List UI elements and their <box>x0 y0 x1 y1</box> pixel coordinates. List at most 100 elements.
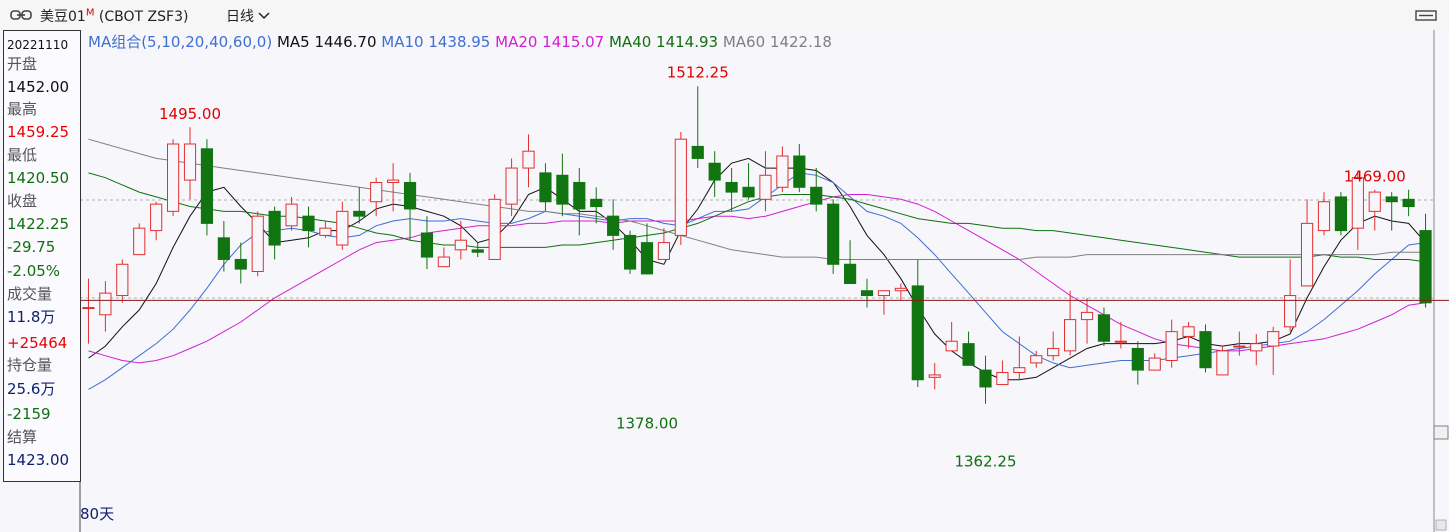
candle-body <box>167 143 180 212</box>
days-label: 80天 <box>80 505 114 523</box>
candle-body <box>827 203 840 265</box>
info-change: -29.75 <box>7 238 56 256</box>
candle-body <box>251 215 264 272</box>
candle <box>251 211 264 277</box>
candle <box>488 194 501 260</box>
candle-body <box>1182 326 1195 337</box>
ma-group-label[interactable]: MA组合(5,10,20,40,60,0) <box>88 33 277 51</box>
candle-body <box>302 215 315 232</box>
candle <box>674 131 687 246</box>
info-settle: 1423.00 <box>7 451 70 469</box>
candle-body <box>1216 350 1229 376</box>
info-oi-label: 持仓量 <box>7 356 53 374</box>
candle-body <box>573 181 586 210</box>
candle-body <box>1047 347 1060 357</box>
candle-body <box>623 234 637 270</box>
ma-legend-item: MA40 1414.93 <box>609 33 723 51</box>
info-low: 1420.50 <box>7 169 70 187</box>
candle-body <box>539 172 552 203</box>
info-date: 20221110 <box>7 38 69 52</box>
candle-body <box>420 232 434 258</box>
candle <box>167 139 180 217</box>
candle-body <box>403 181 417 210</box>
candle-body <box>810 186 823 205</box>
candle-body <box>928 374 941 378</box>
candle-body <box>962 343 975 366</box>
candle-body <box>945 340 958 352</box>
candle-body <box>454 239 467 251</box>
candle-body <box>979 369 992 388</box>
candle-body <box>183 143 197 181</box>
candle-body <box>1250 343 1263 352</box>
candle-body <box>1334 196 1347 232</box>
candle-body <box>1131 347 1144 371</box>
candle-body <box>1385 196 1398 203</box>
candle <box>1216 346 1229 376</box>
candle-body <box>1030 355 1043 364</box>
candle-body <box>1080 311 1094 321</box>
candle-body <box>234 258 247 270</box>
info-close-label: 收盘 <box>7 192 38 210</box>
candle-body <box>319 227 332 236</box>
candle-body <box>522 150 535 169</box>
price-annotation: 1495.00 <box>159 105 221 123</box>
candle-body <box>116 263 129 297</box>
candle-body <box>708 162 721 181</box>
candle-body <box>1317 201 1331 232</box>
candle-body <box>894 287 907 292</box>
candlestick-chart[interactable]: 1495.00 1512.25 1378.00 1362.25 1469.00 MA组合… <box>0 0 1449 532</box>
candle-body <box>217 237 230 260</box>
info-volume-label: 成交量 <box>7 285 53 303</box>
info-open: 1452.00 <box>7 78 70 96</box>
candle-body <box>387 179 400 183</box>
candle-body <box>285 203 298 227</box>
candle-body <box>1064 319 1077 352</box>
candle-body <box>996 372 1009 386</box>
info-oi-change: -2159 <box>7 405 51 423</box>
ma-legend-item: MA10 1438.95 <box>381 33 495 51</box>
candle-body <box>640 242 654 275</box>
candle <box>1334 192 1347 236</box>
candle-body <box>590 198 603 208</box>
candle-body <box>1368 191 1381 212</box>
ma-legend: MA组合(5,10,20,40,60,0) MA5 1446.70 MA10 1… <box>88 33 832 51</box>
candle <box>200 139 214 236</box>
crosshair-price-tag <box>1433 425 1449 440</box>
info-volume-change: +25464 <box>7 334 68 352</box>
candle <box>827 199 840 274</box>
candle-body <box>1114 340 1127 343</box>
candle-body <box>336 210 349 246</box>
candle-body <box>1097 314 1111 342</box>
candle-body <box>1419 230 1432 304</box>
candle-body <box>607 215 620 236</box>
candle-body <box>82 307 95 310</box>
candle-body <box>1267 331 1280 347</box>
candle-body <box>505 167 518 205</box>
info-high: 1459.25 <box>7 123 70 141</box>
candle-body <box>793 155 806 188</box>
candle-body <box>556 174 569 205</box>
candle <box>133 223 146 256</box>
candle-body <box>1165 331 1178 361</box>
candle-body <box>1233 345 1246 348</box>
ma-legend-item: MA5 1446.70 <box>277 33 381 51</box>
candle-body <box>268 210 281 246</box>
candle-body <box>844 263 857 285</box>
candle-body <box>133 227 146 256</box>
candle-body <box>877 290 891 297</box>
info-change-pct: -2.05% <box>7 262 61 280</box>
candle-body <box>1148 357 1161 371</box>
candle-body <box>860 290 874 297</box>
info-volume: 11.8万 <box>7 308 56 326</box>
candle-body <box>674 138 687 236</box>
candle-body <box>759 174 772 200</box>
price-annotation: 1512.25 <box>667 64 729 82</box>
scrollbar-handle[interactable] <box>1435 519 1447 531</box>
candle-body <box>691 145 704 159</box>
candle-body <box>150 203 163 232</box>
candle-body <box>725 181 738 193</box>
info-high-label: 最高 <box>7 100 38 118</box>
candle-body <box>1402 198 1415 208</box>
candle-body <box>437 256 450 268</box>
candle-body <box>776 155 789 188</box>
